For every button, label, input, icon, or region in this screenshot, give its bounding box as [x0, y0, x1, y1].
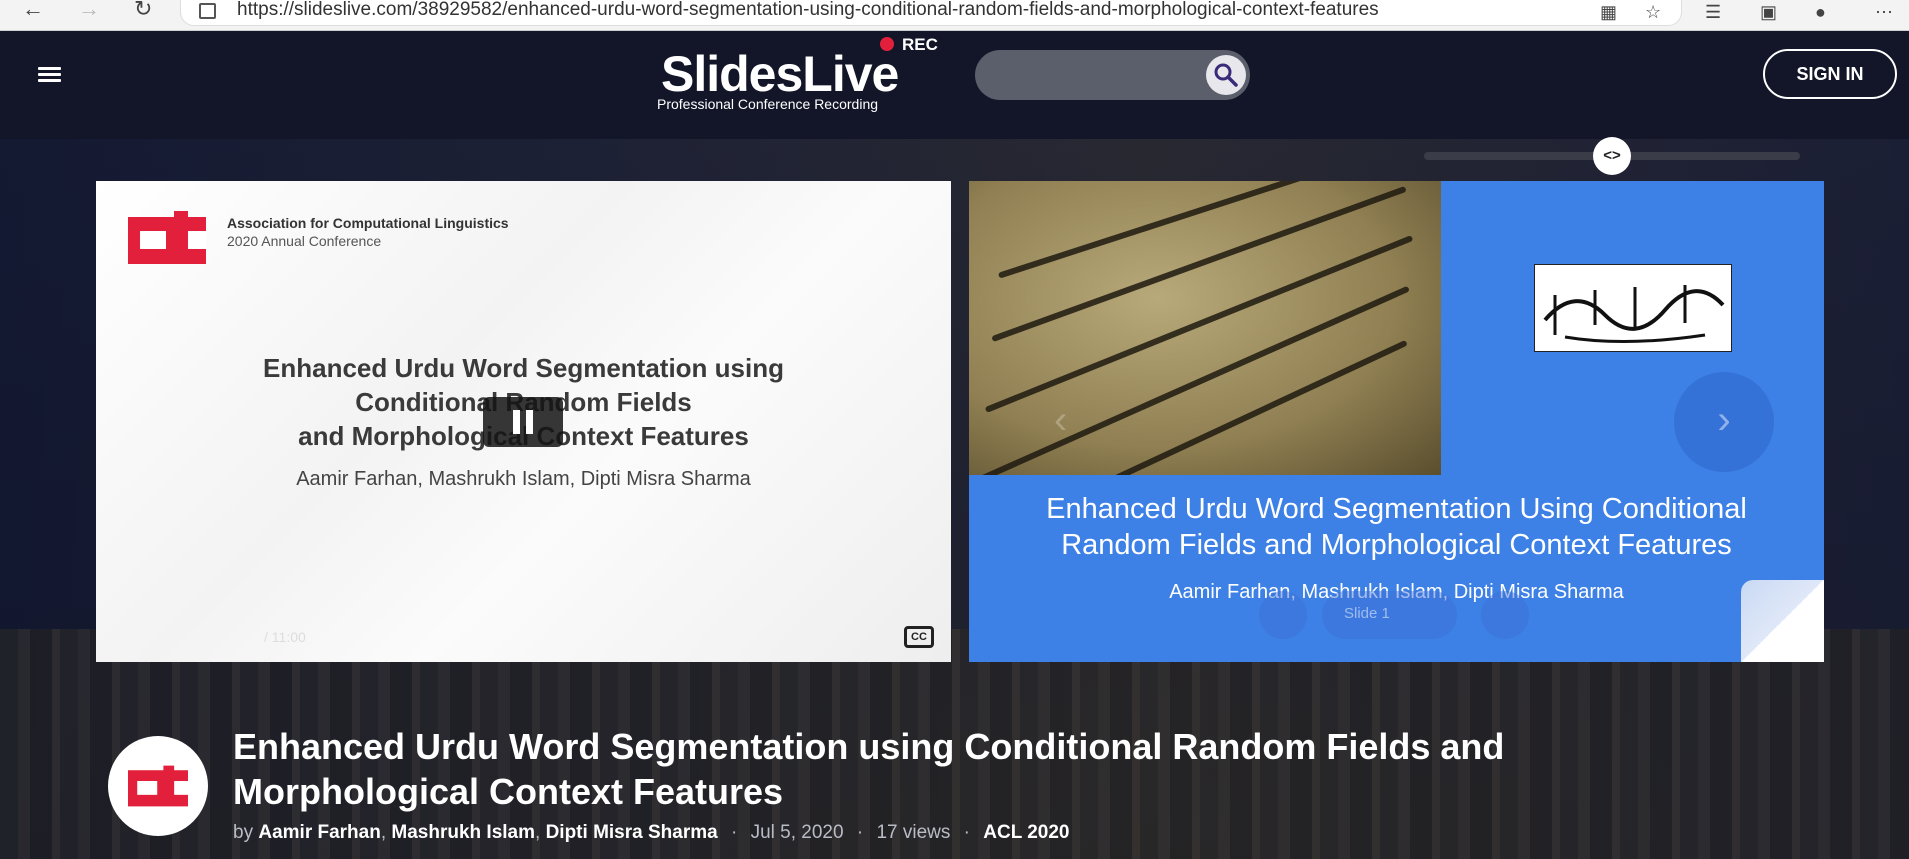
brand-name: SlidesLive: [661, 46, 899, 102]
closed-captions-button[interactable]: CC: [904, 626, 934, 648]
rec-label: REC: [902, 35, 938, 54]
browser-toolbar: ← → ↻ https://slideslive.com/38929582/en…: [0, 0, 1909, 31]
talk-views: 17 views: [876, 822, 951, 843]
slides-panel[interactable]: ‹ › Enhanced Urdu Word Segmentation Usin…: [969, 181, 1824, 662]
pause-button[interactable]: [483, 397, 563, 447]
back-arrow-icon[interactable]: ←: [22, 0, 44, 20]
next-slide-icon[interactable]: ›: [1674, 372, 1774, 472]
video-title-line: Enhanced Urdu Word Segmentation using: [263, 353, 784, 383]
video-player[interactable]: Association for Computational Linguistic…: [96, 181, 951, 662]
refresh-icon[interactable]: ↻: [134, 0, 152, 20]
video-authors: Aamir Farhan, Mashrukh Islam, Dipti Misr…: [296, 468, 751, 490]
author-link[interactable]: Dipti Misra Sharma: [546, 822, 718, 843]
separator-dot: ·: [730, 822, 738, 843]
search-input[interactable]: [975, 50, 1250, 100]
talk-title: Enhanced Urdu Word Segmentation using Co…: [233, 726, 1505, 812]
previous-slide-icon[interactable]: ‹: [1054, 398, 1067, 443]
slide-title: Enhanced Urdu Word Segmentation Using Co…: [1046, 493, 1747, 561]
separator-dot: ·: [856, 822, 864, 843]
acl-logo-icon: [128, 211, 206, 264]
forward-arrow-icon[interactable]: →: [78, 0, 100, 20]
org-name: Association for Computational Linguistic…: [227, 215, 509, 231]
pause-icon: [526, 410, 533, 434]
slide-grid-icon[interactable]: [1481, 591, 1529, 639]
collections-icon[interactable]: ▣: [1760, 2, 1777, 23]
qr-code-icon[interactable]: ▦: [1600, 2, 1617, 23]
video-time: / 11:00: [264, 629, 306, 645]
menu-icon[interactable]: [38, 67, 61, 83]
by-label: by: [233, 822, 254, 843]
author-link[interactable]: Mashrukh Islam: [391, 822, 535, 843]
event-link[interactable]: ACL 2020: [983, 822, 1069, 843]
urdu-manuscript-image: [969, 181, 1441, 475]
page-curl-decoration: [1741, 580, 1824, 662]
rec-dot-icon: [880, 37, 894, 51]
address-bar[interactable]: https://slideslive.com/38929582/enhanced…: [180, 0, 1682, 26]
org-subtitle: 2020 Annual Conference: [227, 233, 382, 249]
profile-icon[interactable]: ●: [1815, 2, 1826, 23]
talk-date: Jul 5, 2020: [750, 822, 844, 843]
author-link[interactable]: Aamir Farhan: [258, 822, 380, 843]
search-button[interactable]: [1206, 55, 1246, 95]
more-options-icon[interactable]: ⋯: [1875, 2, 1893, 23]
acl-logo-icon: [128, 765, 188, 807]
pause-icon: [513, 410, 520, 434]
brand-tagline: Professional Conference Recording: [657, 96, 879, 112]
favorite-star-icon[interactable]: ☆: [1645, 2, 1661, 23]
favorites-list-icon[interactable]: ☰: [1705, 2, 1721, 23]
sign-in-button[interactable]: SIGN IN: [1763, 49, 1897, 99]
lock-icon: [199, 3, 216, 19]
bismillah-calligraphy-image: [1534, 264, 1732, 352]
talk-meta: by Aamir Farhan, Mashrukh Islam, Dipti M…: [233, 822, 1070, 843]
speaker-view-icon[interactable]: [1259, 591, 1307, 639]
split-handle-icon[interactable]: <>: [1593, 137, 1631, 175]
search-icon: [1214, 63, 1238, 87]
url-text: https://slideslive.com/38929582/enhanced…: [237, 0, 1379, 20]
slide-number-label: Slide 1: [1344, 605, 1390, 622]
acl-avatar[interactable]: [108, 736, 208, 836]
separator-dot: ·: [963, 822, 970, 843]
